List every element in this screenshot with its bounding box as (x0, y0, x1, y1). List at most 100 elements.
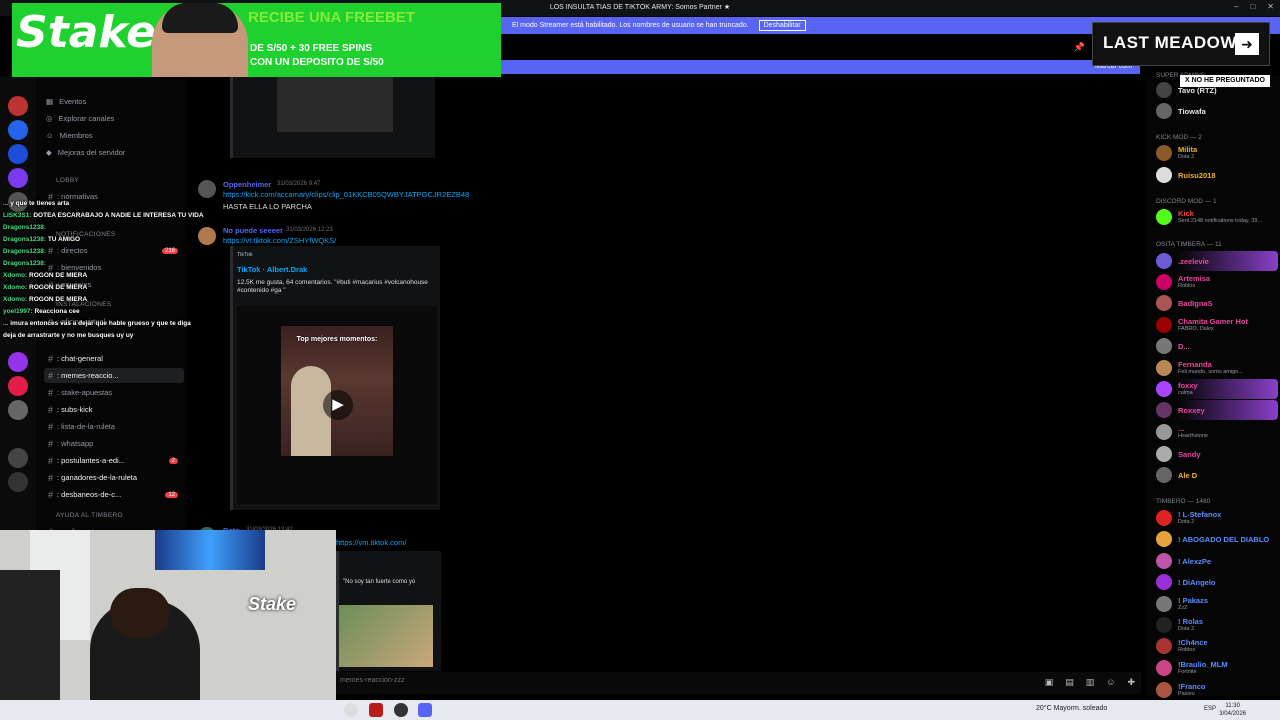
member-status: Dota 2 (1178, 519, 1195, 525)
channel-item[interactable]: #: directos 216 (44, 243, 184, 258)
channel-item[interactable]: #: stake-apuestas (44, 385, 184, 400)
obs-icon[interactable] (394, 703, 408, 717)
emoji-icon[interactable]: ☺ (1106, 677, 1115, 688)
hash-icon: # (48, 245, 54, 256)
channel-item[interactable]: #: postulantes-a-edi... 2 (44, 453, 184, 468)
member-item[interactable]: Chamita Gamer Hot FABRO, Dalex (1154, 315, 1278, 335)
sidebar-item-events[interactable]: ▦ Eventos (46, 97, 86, 106)
member-item[interactable]: BadIgnaS (1154, 293, 1278, 313)
message-author[interactable]: No puede seeeer (223, 226, 283, 235)
member-item[interactable]: ! ABOGADO DEL DIABLO (1154, 529, 1278, 549)
gift-icon[interactable]: ▣ (1045, 677, 1054, 688)
channel-item[interactable]: #: subs-kick (44, 402, 184, 417)
member-item[interactable]: Fernanda Feli mundo, somo amigo... (1154, 358, 1278, 378)
member-group-title: OSITA TIMBERA — 11 (1156, 241, 1222, 248)
server-icon[interactable] (8, 352, 28, 372)
sticker-icon[interactable]: ▥ (1086, 677, 1095, 688)
member-item[interactable]: ! AlexzPe (1154, 551, 1278, 571)
server-icon[interactable] (8, 168, 28, 188)
sidebar-item-members[interactable]: ☺ Miembros (46, 131, 93, 140)
member-item[interactable]: Kick Sent 2148 notifications today, 39... (1154, 207, 1278, 227)
video-player[interactable]: Top mejores momentos: ▶ (237, 306, 437, 504)
server-icon[interactable] (8, 96, 28, 116)
maximize-icon[interactable]: □ (1250, 2, 1255, 11)
apps-icon[interactable]: ✚ (1127, 677, 1135, 688)
message-link[interactable]: https://kick.com/accamary/clips/clip_01K… (223, 190, 469, 199)
chrome-icon[interactable] (344, 703, 358, 717)
embed-image[interactable] (339, 605, 433, 667)
server-icon[interactable] (8, 472, 28, 492)
composer-input[interactable]: memes-reaccion-zzz (340, 677, 405, 684)
avatar (1156, 424, 1172, 440)
member-item[interactable]: ... Hearthstone (1154, 422, 1278, 442)
member-item[interactable]: ! DiAngelo (1154, 572, 1278, 592)
new-messages-bar[interactable]: Marcar com (500, 60, 1140, 74)
sidebar-item-boost[interactable]: ◆ Mejoras del servidor (46, 148, 125, 157)
member-item[interactable]: Tiowafa (1154, 101, 1278, 121)
weather-widget[interactable]: 20°C Mayorm. soleado (1036, 705, 1107, 712)
member-item[interactable]: Sandy (1154, 444, 1278, 464)
arrow-right-icon[interactable]: ➜ (1235, 33, 1259, 55)
member-item[interactable]: foxxy calma (1154, 379, 1278, 399)
last-meadow-panel[interactable]: LAST MEADOW ➜ (1092, 22, 1270, 66)
monitor-shape (155, 530, 265, 570)
member-name: D... (1178, 342, 1190, 351)
member-status: Roblox (1178, 283, 1196, 289)
member-item[interactable]: ! L-Stefanox Dota 2 (1154, 508, 1278, 528)
server-icon[interactable] (8, 400, 28, 420)
channel-item[interactable]: #: ganadores-de-la-ruleta (44, 470, 184, 485)
member-item[interactable]: Milita Dota 2 (1154, 143, 1278, 163)
embed-title[interactable]: TikTok · Albert.Drak (237, 265, 307, 274)
hash-icon: # (48, 387, 54, 398)
avatar[interactable] (198, 180, 216, 198)
embed-description: 12.5K me gusta, 64 comentarios. "#buti #… (237, 279, 428, 294)
avatar (1156, 360, 1172, 376)
member-item[interactable]: .zeelevie (1154, 251, 1278, 271)
server-icon[interactable] (8, 376, 28, 396)
category-lobby[interactable]: LOBBY (56, 177, 79, 184)
message-composer[interactable]: memes-reaccion-zzz ▣ ▤ ▥ ☺ ✚ (336, 672, 1141, 694)
stake-ad-banner[interactable]: Stake RECIBE UNA FREEBET DE S/50 + 30 FR… (12, 3, 501, 77)
message-link[interactable]: https://vt.tiktok.com/ZSHYfWQKS/ (223, 236, 336, 245)
server-icon[interactable] (8, 144, 28, 164)
unread-badge: 12 (165, 491, 178, 498)
hash-icon: # (48, 489, 54, 500)
channel-item[interactable]: #: chat-general (44, 351, 184, 366)
avatar (1156, 510, 1172, 526)
channel-item[interactable]: #: desbaneos-de-c... 12 (44, 487, 184, 502)
avatar[interactable] (198, 227, 216, 245)
member-item[interactable]: Ruisu2018 (1154, 165, 1278, 185)
server-icon[interactable] (8, 448, 28, 468)
category-ayuda[interactable]: AYUDA AL TIMBERO (56, 512, 123, 519)
disable-streamer-button[interactable]: Deshabilitar (758, 20, 806, 31)
discord-icon[interactable] (418, 703, 432, 717)
member-status: Feli mundo, somo amigo... (1178, 369, 1243, 375)
channel-item[interactable]: #: lista-de-la-ruleta (44, 419, 184, 434)
app-icon[interactable] (369, 703, 383, 717)
channel-item[interactable]: #: whatsapp (44, 436, 184, 451)
member-item[interactable]: !Braulio_MLM Fortnite (1154, 658, 1278, 678)
member-item[interactable]: Roxxey (1154, 400, 1278, 420)
pin-icon[interactable]: 📌 (1074, 42, 1085, 53)
message-author[interactable]: Oppenheimer (223, 180, 271, 189)
member-item[interactable]: D... (1154, 336, 1278, 356)
gif-icon[interactable]: ▤ (1065, 677, 1074, 688)
member-name: ! L-Stefanox (1178, 510, 1222, 519)
image-embed[interactable] (230, 76, 435, 158)
member-item[interactable]: Ale D (1154, 465, 1278, 485)
server-icon[interactable] (8, 120, 28, 140)
member-item[interactable]: Artemisa Roblox (1154, 272, 1278, 292)
language-indicator[interactable]: ESP (1204, 706, 1216, 712)
sidebar-item-explore[interactable]: ◎ Explorar canales (46, 114, 114, 123)
message-link[interactable]: https://vm.tiktok.com/ (336, 538, 406, 547)
member-item[interactable]: !Franco Pasivo (1154, 680, 1278, 700)
close-icon[interactable]: ✕ (1267, 2, 1274, 11)
channel-item[interactable]: #: memes-reaccio... (44, 368, 184, 383)
minimize-icon[interactable]: – (1234, 2, 1238, 11)
play-icon[interactable]: ▶ (323, 390, 353, 420)
system-clock[interactable]: 11:30 3/04/2026 (1219, 702, 1246, 718)
embed-image[interactable] (277, 76, 393, 132)
member-item[interactable]: !Ch4nce Roblox (1154, 636, 1278, 656)
member-item[interactable]: ! Pakazs ZzZ (1154, 594, 1278, 614)
member-item[interactable]: ! Rolas Dota 2 (1154, 615, 1278, 635)
